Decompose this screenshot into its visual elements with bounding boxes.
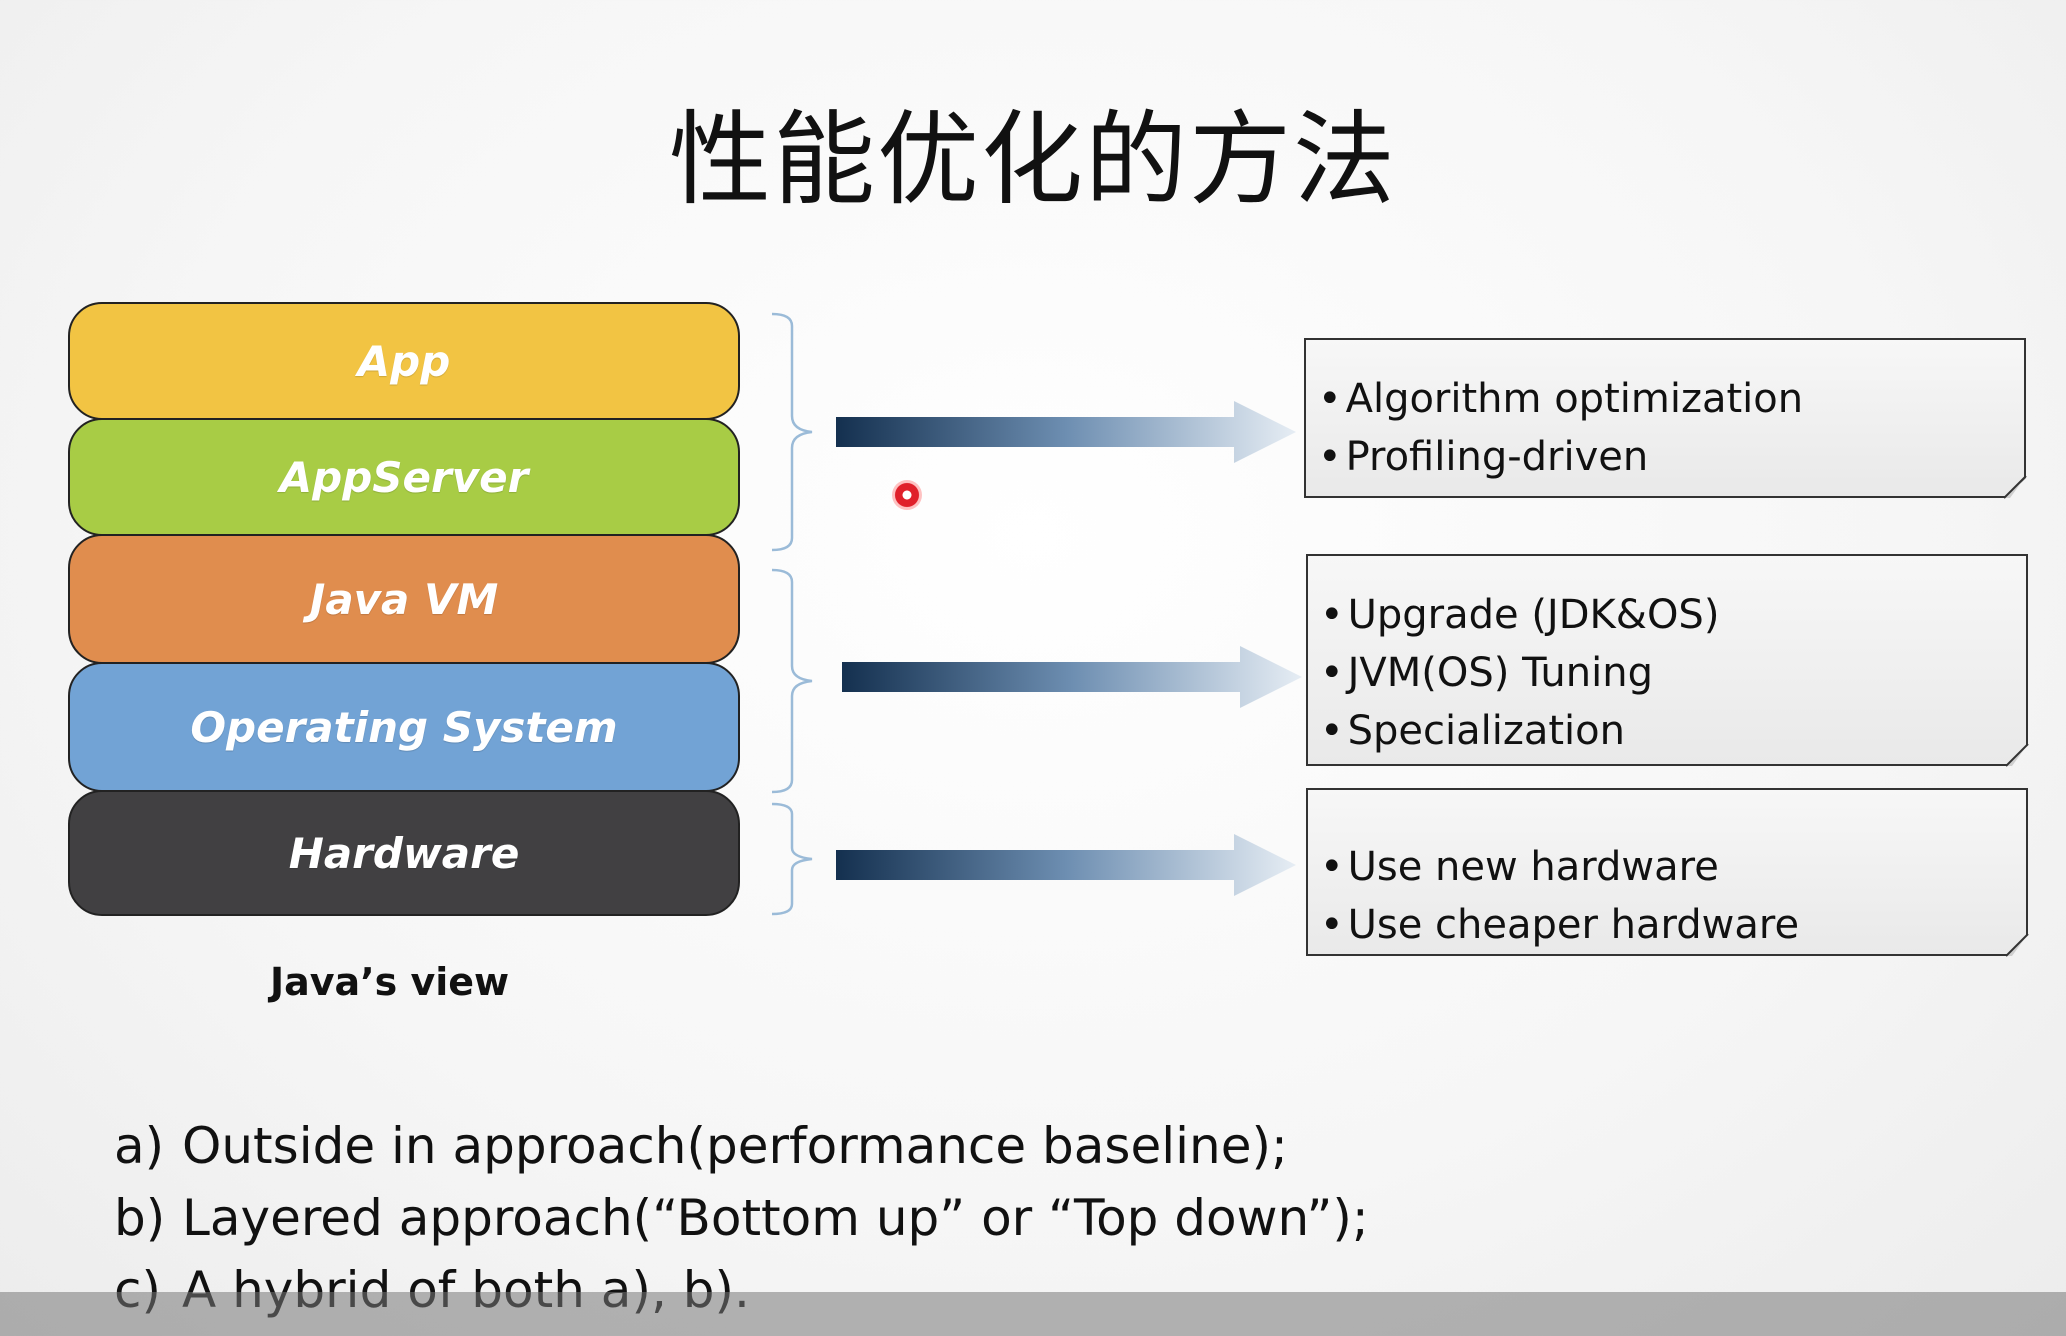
note-item: Use cheaper hardware: [1320, 896, 2026, 954]
arrow-bottom: [836, 834, 1296, 896]
layer-app-label: App: [357, 336, 451, 386]
layer-hardware-label: Hardware: [288, 828, 520, 878]
note-app-layer: Algorithm optimization Profiling-driven: [1304, 338, 2026, 498]
approach-item: a) Outside in approach(performance baseli…: [114, 1110, 1369, 1182]
brace-top: [771, 312, 813, 552]
layer-java-vm: Java VM: [68, 534, 740, 664]
laser-pointer-icon: [892, 480, 922, 510]
layer-appserver-label: AppServer: [279, 452, 529, 502]
note-fold-icon: [2006, 934, 2029, 957]
layer-hardware: Hardware: [68, 790, 740, 916]
approach-marker: a): [114, 1117, 165, 1175]
approach-text: Outside in approach(performance baseline…: [182, 1117, 1288, 1175]
approach-item: b) Layered approach(“Bottom up” or “Top d…: [114, 1182, 1369, 1254]
subtitle-bar: [0, 1292, 2066, 1336]
arrow-middle: [842, 646, 1302, 708]
layer-operating-system: Operating System: [68, 662, 740, 792]
note-item: Specialization: [1320, 702, 2026, 760]
stack-caption: Java’s view: [270, 960, 510, 1004]
note-item: Upgrade (JDK&OS): [1320, 586, 2026, 644]
approach-marker: b): [114, 1189, 166, 1247]
note-fold-icon: [2006, 744, 2029, 767]
arrow-top: [836, 401, 1296, 463]
brace-middle: [771, 568, 813, 794]
note-item: Use new hardware: [1320, 838, 2026, 896]
note-hardware-layer: Use new hardware Use cheaper hardware: [1306, 788, 2028, 956]
note-item: Algorithm optimization: [1318, 370, 2024, 428]
note-fold-icon: [2004, 476, 2027, 499]
brace-bottom: [771, 802, 813, 916]
layer-appserver: AppServer: [68, 418, 740, 536]
layer-java-vm-label: Java VM: [309, 574, 499, 624]
layer-operating-system-label: Operating System: [190, 702, 618, 752]
layer-app: App: [68, 302, 740, 420]
slide-title: 性能优化的方法: [669, 101, 1397, 220]
note-jvm-os-layer: Upgrade (JDK&OS) JVM(OS) Tuning Speciali…: [1306, 554, 2028, 766]
approach-text: Layered approach(“Bottom up” or “Top dow…: [182, 1189, 1369, 1247]
note-item: Profiling-driven: [1318, 428, 2024, 486]
note-item: JVM(OS) Tuning: [1320, 644, 2026, 702]
